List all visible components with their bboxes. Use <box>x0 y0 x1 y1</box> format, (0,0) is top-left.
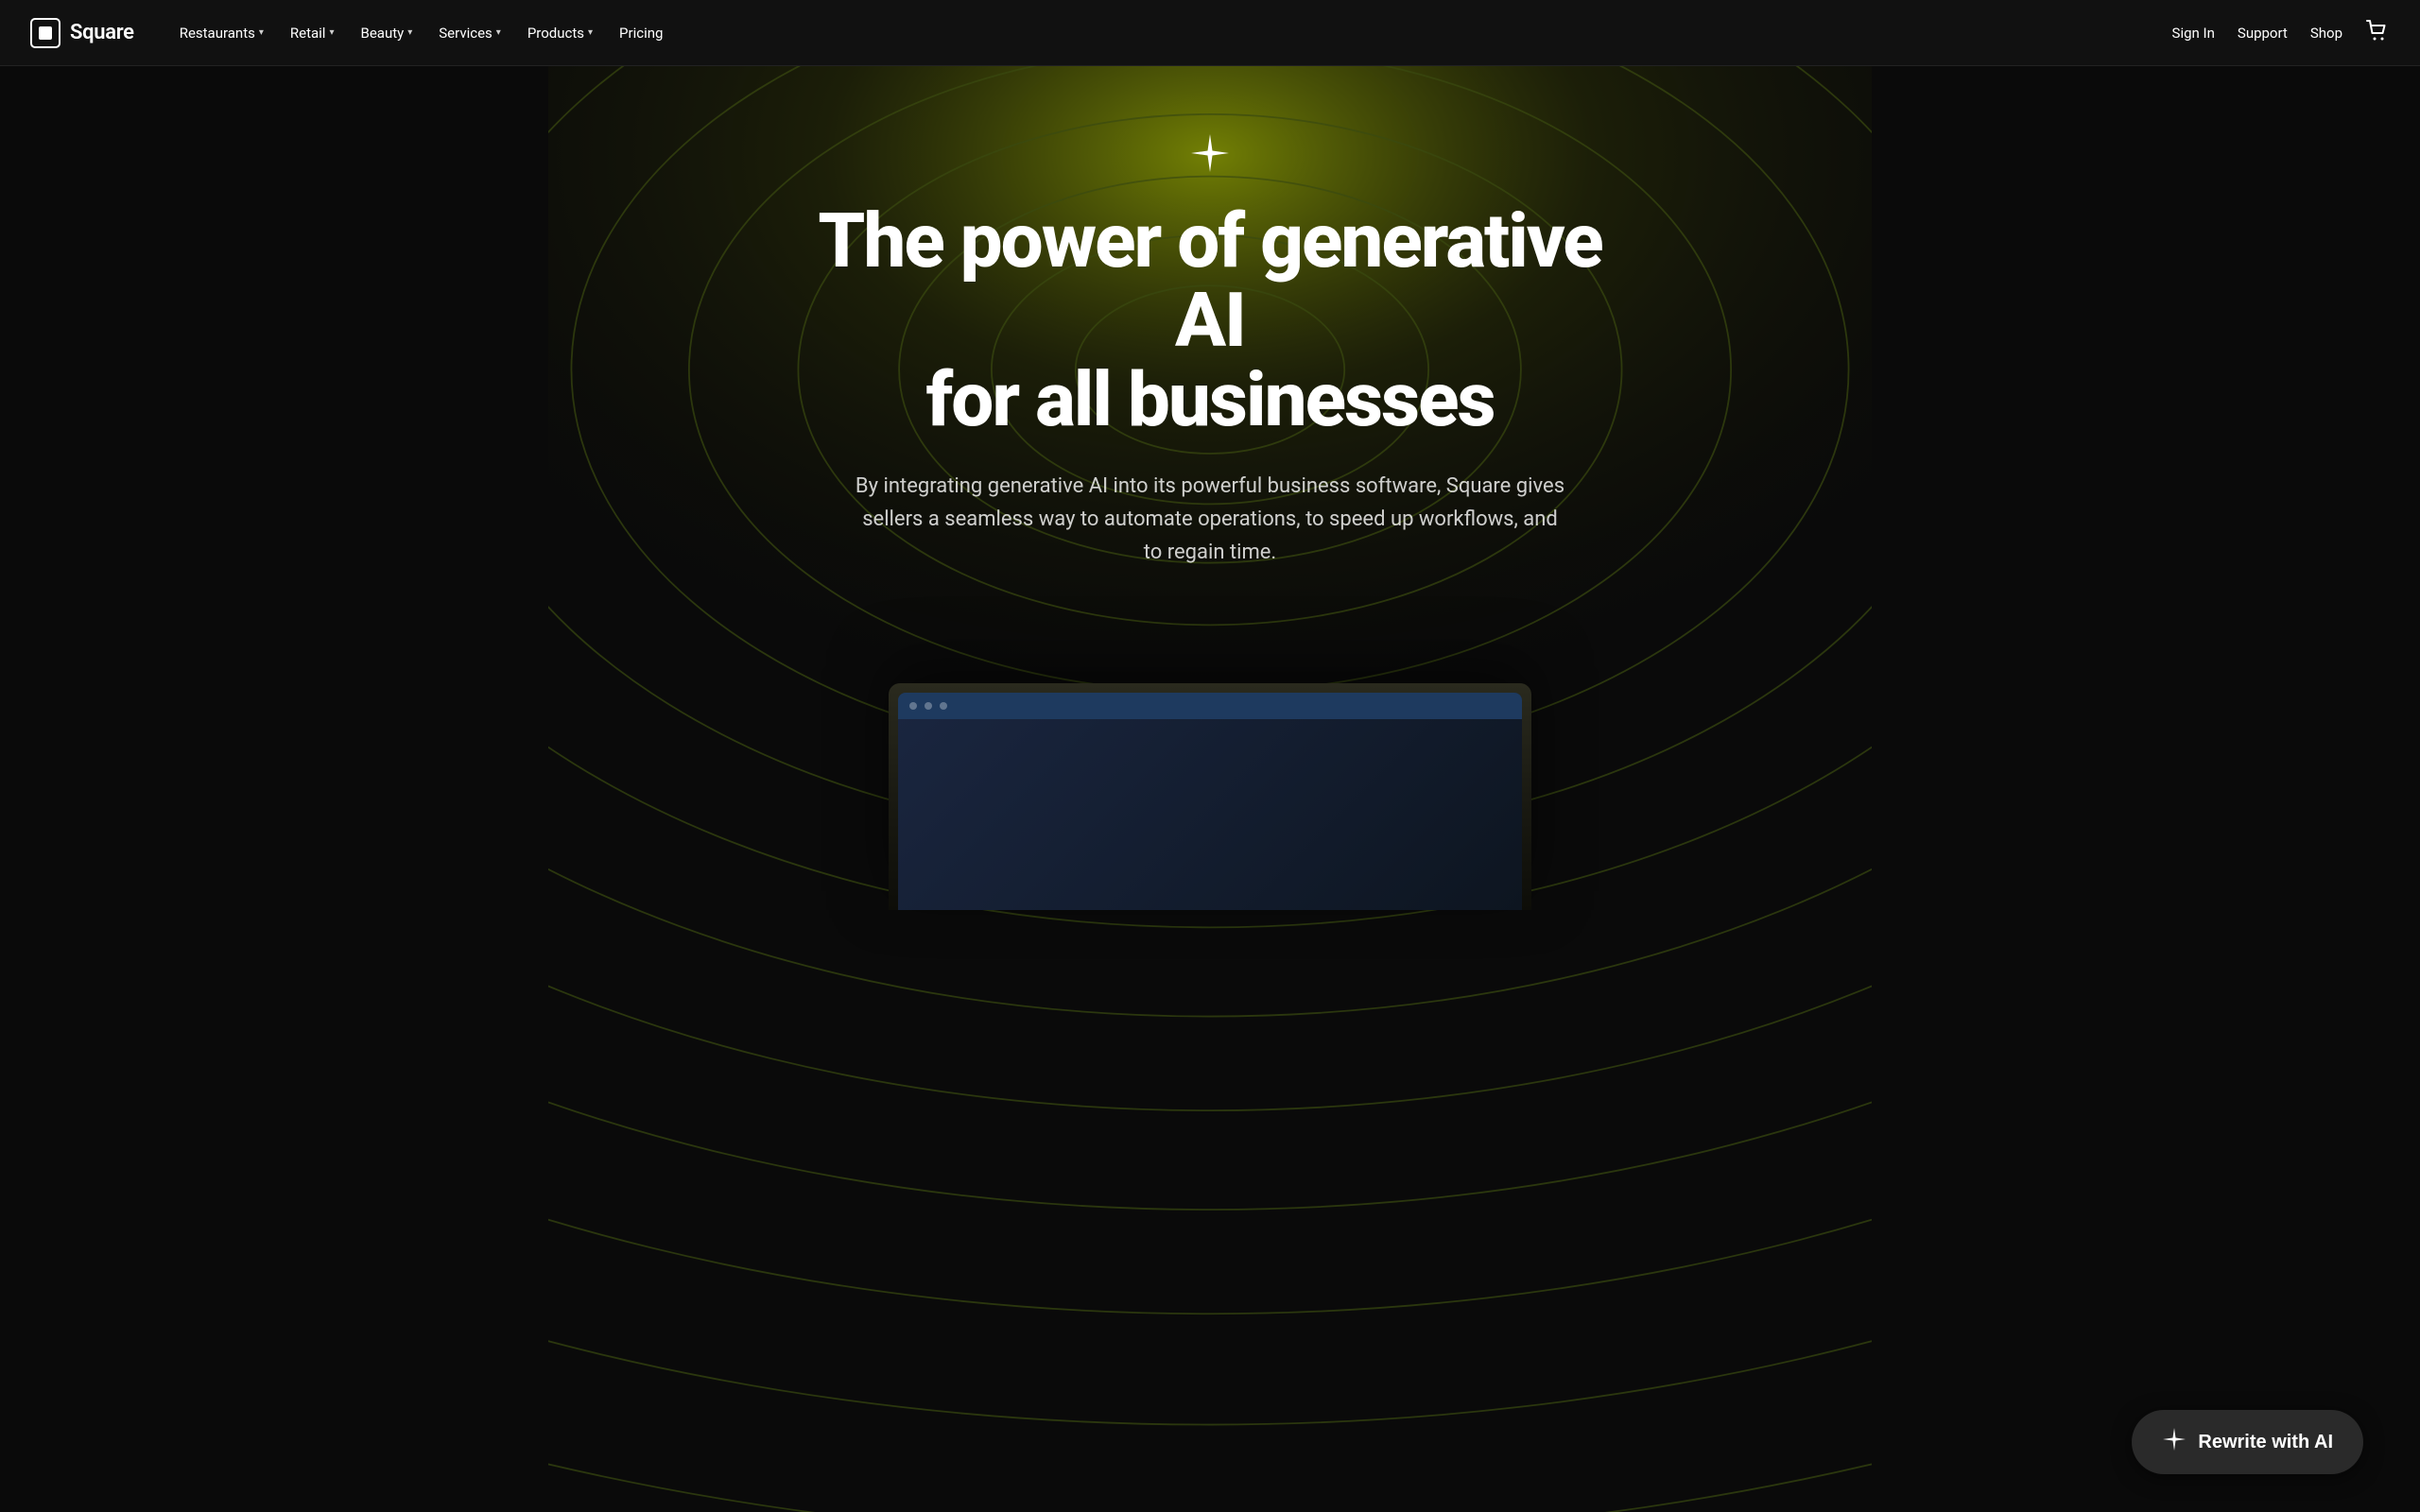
logo[interactable]: Square <box>30 18 134 48</box>
hero-title-line2: for all businesses <box>925 355 1494 444</box>
nav-label-restaurants: Restaurants <box>180 25 255 42</box>
rewrite-btn-label: Rewrite with AI <box>2198 1432 2333 1453</box>
nav-left: Square Restaurants ▾ Retail ▾ Beauty ▾ S… <box>30 17 2172 49</box>
nav-label-services: Services <box>439 25 493 42</box>
nav-label-products: Products <box>527 25 584 42</box>
device-screen <box>898 693 1522 910</box>
nav-label-beauty: Beauty <box>360 25 404 42</box>
hero-title-line1: The power of generative AI <box>818 197 1601 365</box>
navbar: Square Restaurants ▾ Retail ▾ Beauty ▾ S… <box>0 0 2420 66</box>
brand-name: Square <box>70 21 134 44</box>
nav-links: Restaurants ▾ Retail ▾ Beauty ▾ Services… <box>168 17 675 49</box>
chevron-down-icon: ▾ <box>259 27 264 38</box>
device-ui-bar <box>898 693 1522 719</box>
nav-label-pricing: Pricing <box>619 25 663 42</box>
nav-item-beauty[interactable]: Beauty ▾ <box>349 17 424 49</box>
chevron-down-icon: ▾ <box>407 27 412 38</box>
chevron-down-icon: ▾ <box>588 27 593 38</box>
hero-subtitle: By integrating generative AI into its po… <box>851 470 1569 570</box>
support-link[interactable]: Support <box>2238 25 2288 42</box>
logo-box <box>30 18 60 48</box>
hero-section: The power of generative AI for all busin… <box>0 0 2420 1512</box>
sign-in-link[interactable]: Sign In <box>2172 25 2215 42</box>
hero-title: The power of generative AI for all busin… <box>807 201 1613 439</box>
dot-1 <box>909 702 917 710</box>
nav-item-services[interactable]: Services ▾ <box>427 17 512 49</box>
nav-label-retail: Retail <box>290 25 326 42</box>
chevron-down-icon: ▾ <box>496 27 501 38</box>
chevron-down-icon: ▾ <box>329 27 334 38</box>
rewrite-with-ai-button[interactable]: Rewrite with AI <box>2132 1410 2363 1474</box>
shop-link[interactable]: Shop <box>2310 25 2342 42</box>
cart-icon[interactable] <box>2365 19 2390 47</box>
nav-item-retail[interactable]: Retail ▾ <box>279 17 346 49</box>
hero-device-area <box>0 645 2420 910</box>
nav-item-restaurants[interactable]: Restaurants ▾ <box>168 17 275 49</box>
device-mockup <box>889 683 1531 910</box>
dot-3 <box>940 702 947 710</box>
rewrite-sparkle-icon <box>2162 1427 2187 1457</box>
sparkle-icon <box>807 132 1613 182</box>
dot-2 <box>925 702 932 710</box>
nav-item-products[interactable]: Products ▾ <box>516 17 604 49</box>
nav-right: Sign In Support Shop <box>2172 19 2390 47</box>
nav-item-pricing[interactable]: Pricing <box>608 17 674 49</box>
logo-box-inner <box>39 26 52 40</box>
hero-content: The power of generative AI for all busin… <box>785 132 1635 627</box>
